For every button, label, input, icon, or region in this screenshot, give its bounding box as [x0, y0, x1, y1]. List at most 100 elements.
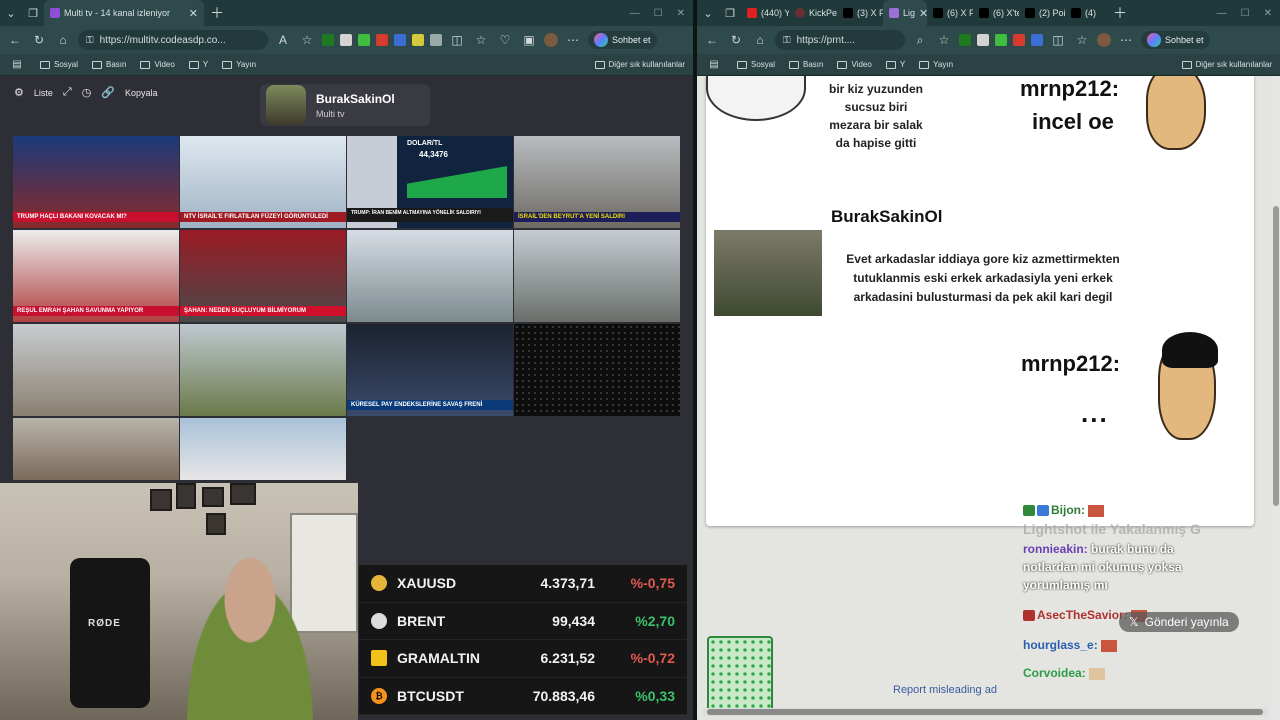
url-field[interactable]: ⚿ https://prnt.... [775, 30, 905, 50]
site-info-icon[interactable]: ⚿ [783, 35, 791, 46]
maximize-icon[interactable]: ☐ [654, 8, 663, 19]
bookmark-folder[interactable]: Basın [789, 60, 823, 69]
favorites-bar-icon[interactable]: ▤ [8, 59, 26, 70]
video-tile[interactable] [13, 418, 179, 480]
browser-essentials-icon[interactable]: ♡ [496, 33, 514, 47]
more-menu-icon[interactable]: ⋯ [564, 33, 582, 47]
tab-youtube[interactable]: (440) Y [741, 0, 789, 26]
more-menu-icon[interactable]: ⋯ [1117, 33, 1135, 47]
channel-card[interactable]: BurakSakinOl Multi tv [260, 84, 430, 126]
minimize-icon[interactable]: — [1217, 8, 1227, 19]
post-button[interactable]: 𝕏 Gönderi yayınla [1119, 612, 1239, 632]
extension-1-icon[interactable] [959, 34, 971, 46]
video-tile[interactable] [514, 324, 680, 416]
video-tile[interactable] [514, 230, 680, 322]
favorites-bar-icon[interactable]: ▤ [705, 59, 723, 70]
other-bookmarks[interactable]: Diğer sık kullanılanlar [594, 60, 685, 69]
extension-2-icon[interactable] [340, 34, 352, 46]
workspaces-icon[interactable]: ❐ [719, 0, 741, 26]
tab-lightshot[interactable]: Lig ✕ [883, 0, 927, 26]
tab-actions-icon[interactable]: ⌄ [0, 0, 22, 26]
horizontal-scrollbar[interactable] [703, 708, 1268, 716]
scrollbar-thumb[interactable] [1273, 206, 1279, 506]
collections-icon[interactable]: ▣ [520, 33, 538, 47]
tab-x[interactable]: (2) Poi [1019, 0, 1065, 26]
bookmark-folder[interactable]: Sosyal [40, 60, 78, 69]
video-tile[interactable]: İSRAİL'DEN BEYRUT'A YENİ SALDIRI [514, 136, 680, 228]
maximize-icon[interactable]: ☐ [1241, 8, 1250, 19]
tab-kick[interactable]: KickPe [789, 0, 837, 26]
timer-icon[interactable]: ◷ [82, 86, 92, 99]
split-screen-icon[interactable]: ◫ [448, 33, 466, 47]
bookmark-folder[interactable]: Video [837, 60, 872, 69]
site-info-icon[interactable]: ⚿ [86, 35, 94, 46]
extension-1-icon[interactable] [322, 34, 334, 46]
report-ad-link[interactable]: Report misleading ad [893, 684, 997, 696]
settings-gear-icon[interactable]: ⚙ [14, 86, 24, 99]
home-icon[interactable]: ⌂ [751, 33, 769, 47]
read-aloud-icon[interactable]: A [274, 33, 292, 47]
tab-x[interactable]: (3) X P [837, 0, 883, 26]
refresh-icon[interactable]: ↻ [727, 33, 745, 47]
copilot-chat-button[interactable]: Sohbet et [1141, 31, 1210, 49]
profile-avatar[interactable] [1097, 33, 1111, 47]
favorite-star-icon[interactable]: ☆ [298, 33, 316, 47]
tab-x[interactable]: (6) X P [927, 0, 973, 26]
video-tile[interactable] [180, 324, 346, 416]
bookmark-folder[interactable]: Video [140, 60, 175, 69]
copilot-chat-button[interactable]: Sohbet et [588, 31, 657, 49]
back-icon[interactable]: ← [703, 33, 721, 47]
video-tile[interactable]: KÜRESEL PAY ENDEKSLERİNE SAVAŞ FRENİ [347, 324, 513, 416]
favorites-icon[interactable]: ☆ [1073, 33, 1091, 47]
extension-4-icon[interactable] [1013, 34, 1025, 46]
extension-3-icon[interactable] [995, 34, 1007, 46]
video-tile[interactable] [13, 324, 179, 416]
list-button[interactable]: Liste [34, 88, 53, 98]
refresh-icon[interactable]: ↻ [30, 33, 48, 47]
split-screen-icon[interactable]: ◫ [1049, 33, 1067, 47]
close-window-icon[interactable]: ✕ [1264, 8, 1272, 19]
bookmark-folder[interactable]: Basın [92, 60, 126, 69]
tab-x[interactable]: (6) X'te [973, 0, 1019, 26]
workspaces-icon[interactable]: ❐ [22, 0, 44, 26]
tab-x[interactable]: (4) [1065, 0, 1107, 26]
new-tab-icon[interactable]: ＋ [1107, 3, 1133, 23]
other-bookmarks[interactable]: Diğer sık kullanılanlar [1181, 60, 1272, 69]
video-tile[interactable] [180, 418, 346, 480]
close-tab-icon[interactable]: ✕ [189, 7, 198, 20]
profile-avatar[interactable] [544, 33, 558, 47]
bookmark-folder[interactable]: Y [885, 60, 905, 69]
extension-2-icon[interactable] [977, 34, 989, 46]
tab-actions-icon[interactable]: ⌄ [697, 0, 719, 26]
url-field[interactable]: ⚿ https://multitv.codeasdp.co... [78, 30, 268, 50]
close-tab-icon[interactable]: ✕ [919, 7, 927, 20]
video-tile[interactable]: ŞAHAN: NEDEN SUÇLUYUM BİLMİYORUM [180, 230, 346, 322]
minimize-icon[interactable]: — [630, 8, 640, 19]
extension-7-icon[interactable] [430, 34, 442, 46]
bookmark-folder[interactable]: Yayın [222, 60, 256, 69]
extension-4-icon[interactable] [376, 34, 388, 46]
video-tile[interactable]: NTV İSRAİL'E FIRLATILAN FÜZEYİ GÖRÜNTÜLE… [180, 136, 346, 228]
video-tile[interactable]: REŞUL EMRAH ŞAHAN SAVUNMA YAPIYOR [13, 230, 179, 322]
home-icon[interactable]: ⌂ [54, 33, 72, 47]
extension-6-icon[interactable] [412, 34, 424, 46]
fullscreen-icon[interactable]: ⤢ [63, 86, 72, 99]
bookmark-folder[interactable]: Y [188, 60, 208, 69]
copy-button[interactable]: Kopyala [125, 88, 158, 98]
close-window-icon[interactable]: ✕ [677, 8, 685, 19]
extension-5-icon[interactable] [1031, 34, 1043, 46]
extension-5-icon[interactable] [394, 34, 406, 46]
new-tab-icon[interactable]: ＋ [204, 3, 230, 23]
extension-3-icon[interactable] [358, 34, 370, 46]
favorite-star-icon[interactable]: ☆ [935, 33, 953, 47]
back-icon[interactable]: ← [6, 33, 24, 47]
video-tile[interactable] [347, 230, 513, 322]
video-tile[interactable]: TRUMP HAÇLI BAKANI KOVACAK MI? [13, 136, 179, 228]
zoom-icon[interactable]: ⌕ [911, 33, 929, 48]
link-icon[interactable]: 🔗 [101, 86, 115, 99]
video-tile[interactable]: DOLAR/TL 44,3476 TRUMP: İRAN BENİM ALTMA… [347, 136, 513, 228]
scrollbar-thumb[interactable] [707, 709, 1263, 715]
bookmark-folder[interactable]: Sosyal [737, 60, 775, 69]
tab-multitv[interactable]: Multi tv - 14 kanal izleniyor ✕ [44, 0, 204, 26]
bookmark-folder[interactable]: Yayın [919, 60, 953, 69]
